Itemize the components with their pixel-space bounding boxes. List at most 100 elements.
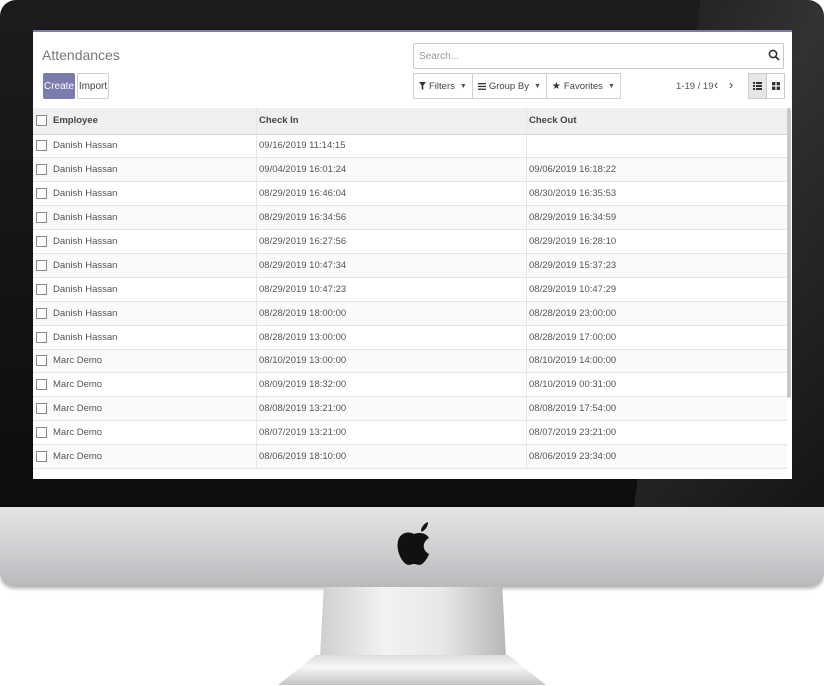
list-view-button[interactable] <box>748 73 767 99</box>
employee-cell[interactable]: Danish Hassan <box>53 158 257 182</box>
employee-cell[interactable]: Marc Demo <box>53 397 257 421</box>
search-box[interactable] <box>413 43 784 69</box>
table-row[interactable]: Danish Hassan 08/29/2019 16:34:56 08/29/20… <box>33 205 787 230</box>
import-button[interactable]: Import <box>77 73 109 99</box>
check-in-cell[interactable]: 08/29/2019 10:47:34 <box>256 253 527 278</box>
check-out-cell[interactable]: 08/29/2019 10:47:29 <box>526 277 787 302</box>
row-checkbox[interactable] <box>36 451 47 463</box>
employee-cell[interactable]: Danish Hassan <box>53 134 257 158</box>
employee-cell[interactable]: Danish Hassan <box>53 230 257 254</box>
check-out-cell[interactable]: 09/06/2019 16:18:22 <box>526 157 787 182</box>
table-header-row: Employee Check In Check Out <box>33 108 787 134</box>
check-in-cell[interactable]: 08/07/2019 13:21:00 <box>256 420 527 445</box>
apple-logo-icon <box>397 522 429 565</box>
table-row[interactable]: Danish Hassan 08/28/2019 18:00:00 08/28/20… <box>33 301 787 326</box>
employee-cell[interactable]: Danish Hassan <box>53 253 257 277</box>
check-in-cell[interactable]: 08/29/2019 10:47:23 <box>256 277 527 302</box>
table-row[interactable]: Marc Demo 08/08/2019 13:21:00 08/08/2019 1… <box>33 396 787 421</box>
check-out-cell[interactable]: 08/28/2019 23:00:00 <box>526 301 787 326</box>
check-in-cell[interactable]: 08/28/2019 18:00:00 <box>256 301 527 326</box>
row-select-cell <box>33 253 53 277</box>
check-out-cell[interactable]: 08/30/2019 16:35:53 <box>526 181 787 206</box>
check-out-cell[interactable]: 08/29/2019 16:28:10 <box>526 229 787 254</box>
check-out-cell[interactable]: 08/29/2019 15:37:23 <box>526 253 787 278</box>
group-by-button[interactable]: Group By ▼ <box>472 73 547 99</box>
row-checkbox[interactable] <box>36 307 47 319</box>
table-row[interactable]: Danish Hassan 09/04/2019 16:01:24 09/06/20… <box>33 157 787 182</box>
group-by-label: Group By <box>488 80 529 92</box>
row-select-cell <box>33 325 53 349</box>
column-header-check-in[interactable]: Check In <box>256 108 527 134</box>
check-in-cell[interactable]: 08/29/2019 16:46:04 <box>256 181 527 206</box>
employee-cell[interactable]: Danish Hassan <box>53 277 257 301</box>
row-checkbox[interactable] <box>36 379 47 391</box>
caret-down-icon: ▼ <box>607 82 615 90</box>
row-checkbox[interactable] <box>36 164 47 176</box>
check-out-cell[interactable]: 08/07/2019 23:21:00 <box>526 420 787 445</box>
column-header-check-out[interactable]: Check Out <box>526 108 787 134</box>
table-row[interactable]: Marc Demo 08/10/2019 13:00:00 08/10/2019 1… <box>33 349 787 373</box>
chevron-right-icon[interactable]: › <box>726 77 736 92</box>
column-header-employee[interactable]: Employee <box>53 108 257 134</box>
row-checkbox[interactable] <box>36 212 47 224</box>
check-out-cell[interactable]: 08/29/2019 16:34:59 <box>526 205 787 230</box>
favorites-button[interactable]: ★ Favorites ▼ <box>546 73 621 99</box>
create-button[interactable]: Create <box>43 73 75 99</box>
employee-cell[interactable]: Danish Hassan <box>53 182 257 206</box>
row-select-cell <box>33 158 53 182</box>
chevron-left-icon[interactable]: ‹ <box>711 77 721 92</box>
row-checkbox[interactable] <box>36 188 47 200</box>
table-row[interactable]: Danish Hassan 08/29/2019 16:27:56 08/29/20… <box>33 229 787 254</box>
employee-cell[interactable]: Marc Demo <box>53 445 257 469</box>
employee-cell[interactable]: Marc Demo <box>53 421 257 445</box>
table-row[interactable]: Marc Demo 08/09/2019 18:32:00 08/10/2019 0… <box>33 372 787 397</box>
row-checkbox[interactable] <box>36 427 47 439</box>
kanban-view-button[interactable] <box>766 73 785 99</box>
filters-label: Filters <box>429 80 455 92</box>
check-in-cell[interactable]: 08/29/2019 16:34:56 <box>256 205 527 230</box>
search-icon[interactable] <box>768 49 780 61</box>
check-in-cell[interactable]: 08/28/2019 13:00:00 <box>256 325 527 350</box>
filters-button[interactable]: Filters ▼ <box>413 73 473 99</box>
check-out-cell[interactable]: 08/06/2019 23:34:00 <box>526 444 787 469</box>
check-in-cell[interactable]: 08/09/2019 18:32:00 <box>256 372 527 397</box>
table-row[interactable]: Danish Hassan 09/16/2019 11:14:15 <box>33 134 787 158</box>
check-in-cell[interactable]: 08/10/2019 13:00:00 <box>256 349 527 373</box>
search-input[interactable] <box>417 44 751 68</box>
row-checkbox[interactable] <box>36 355 47 367</box>
check-out-cell[interactable]: 08/28/2019 17:00:00 <box>526 325 787 350</box>
check-in-cell[interactable]: 09/16/2019 11:14:15 <box>256 134 527 158</box>
check-out-cell[interactable]: 08/10/2019 00:31:00 <box>526 372 787 397</box>
table-row[interactable]: Marc Demo 08/07/2019 13:21:00 08/07/2019 2… <box>33 420 787 445</box>
row-checkbox[interactable] <box>36 140 47 152</box>
table-row[interactable]: Danish Hassan 08/29/2019 10:47:34 08/29/20… <box>33 253 787 278</box>
check-in-cell[interactable]: 08/08/2019 13:21:00 <box>256 396 527 421</box>
row-select-cell <box>33 301 53 325</box>
employee-cell[interactable]: Danish Hassan <box>53 325 257 349</box>
employee-cell[interactable]: Danish Hassan <box>53 206 257 230</box>
table-row[interactable]: Marc Demo 08/06/2019 18:10:00 08/06/2019 2… <box>33 444 787 469</box>
table-row[interactable]: Danish Hassan 08/29/2019 16:46:04 08/30/20… <box>33 181 787 206</box>
row-checkbox[interactable] <box>36 236 47 247</box>
table-body: Danish Hassan 09/16/2019 11:14:15 Danish H… <box>33 134 787 469</box>
employee-cell[interactable]: Marc Demo <box>53 373 257 397</box>
search-options-group: Filters ▼ Group By ▼ ★ Favorites ▼ <box>413 73 621 99</box>
row-checkbox[interactable] <box>36 283 47 295</box>
check-in-cell[interactable]: 09/04/2019 16:01:24 <box>256 157 527 182</box>
caret-down-icon: ▼ <box>459 82 467 90</box>
pager-range[interactable]: 1-19 / 19 <box>676 81 714 92</box>
check-out-cell[interactable]: 08/10/2019 14:00:00 <box>526 349 787 373</box>
check-in-cell[interactable]: 08/29/2019 16:27:56 <box>256 229 527 254</box>
employee-cell[interactable]: Danish Hassan <box>53 301 257 325</box>
row-checkbox[interactable] <box>36 259 47 271</box>
employee-cell[interactable]: Marc Demo <box>53 349 257 373</box>
row-checkbox[interactable] <box>36 403 47 415</box>
table-row[interactable]: Danish Hassan 08/28/2019 13:00:00 08/28/20… <box>33 325 787 350</box>
check-out-cell[interactable] <box>526 134 787 158</box>
select-all-checkbox[interactable] <box>36 115 47 127</box>
row-checkbox[interactable] <box>36 331 47 343</box>
vertical-scrollbar[interactable] <box>787 108 791 398</box>
table-row[interactable]: Danish Hassan 08/29/2019 10:47:23 08/29/20… <box>33 277 787 302</box>
check-in-cell[interactable]: 08/06/2019 18:10:00 <box>256 444 527 469</box>
check-out-cell[interactable]: 08/08/2019 17:54:00 <box>526 396 787 421</box>
